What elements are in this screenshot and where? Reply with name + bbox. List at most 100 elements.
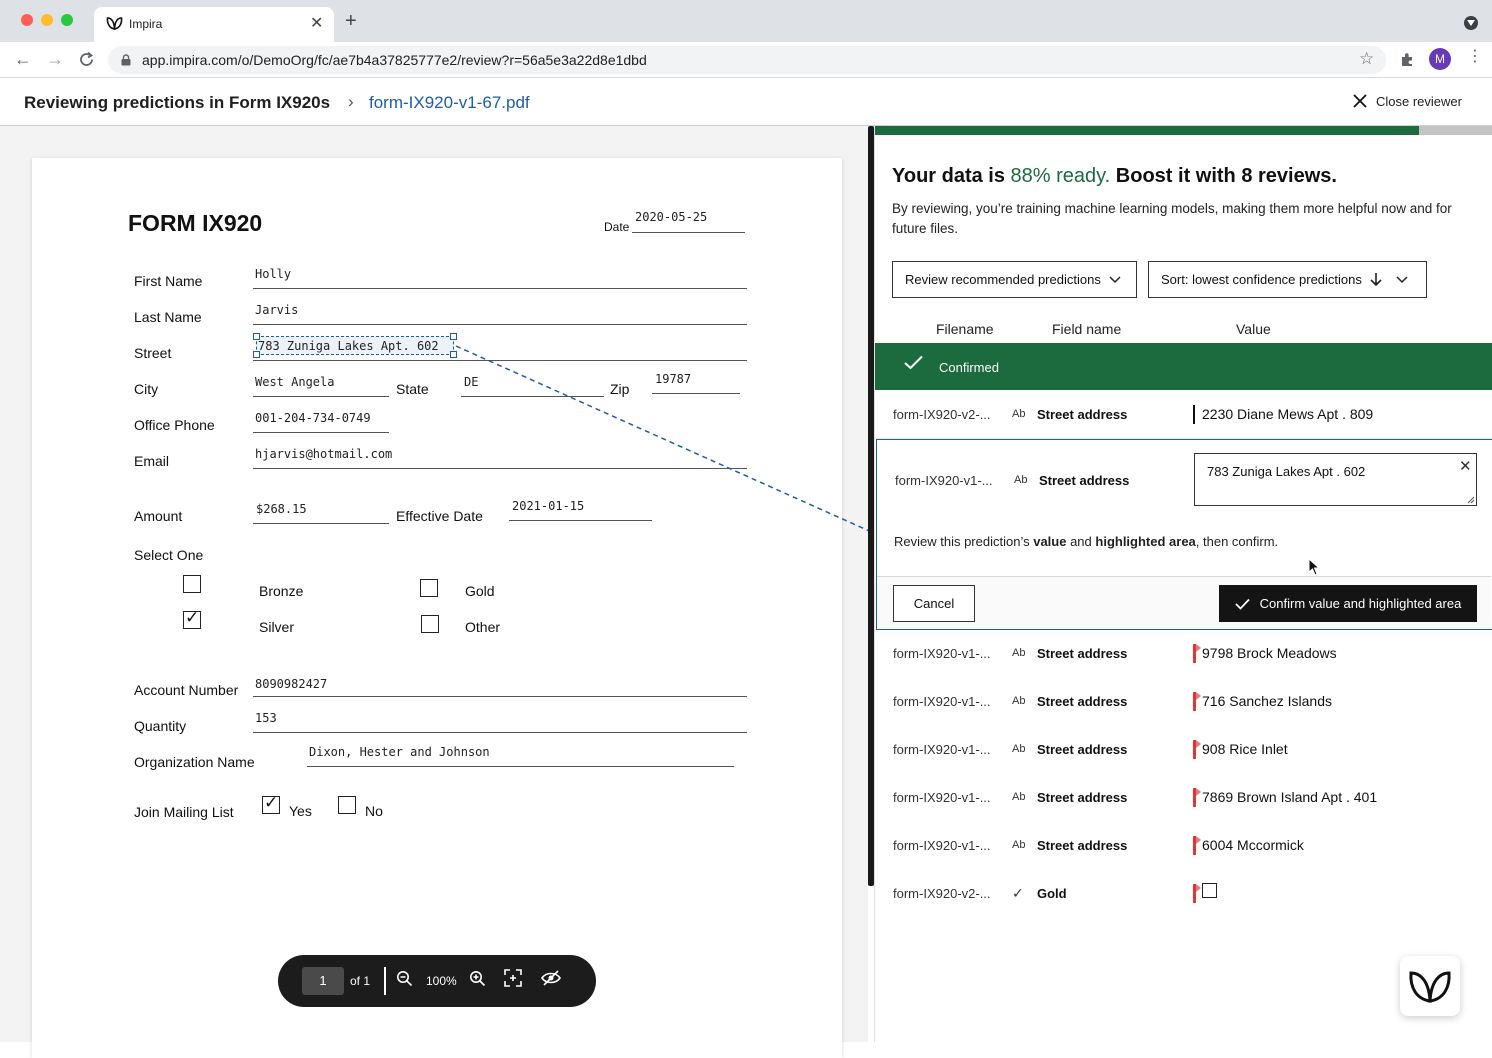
other-label: Other (465, 619, 501, 635)
document-viewer[interactable]: FORM IX920 Date 2020-05-25 First Name Ho… (0, 126, 868, 1058)
close-reviewer-button[interactable]: Close reviewer (1352, 93, 1462, 109)
extensions-icon[interactable] (1399, 51, 1416, 68)
text-type-icon: Ab (1012, 839, 1026, 851)
reload-icon[interactable] (78, 51, 95, 68)
street-value: 783 Zuniga Lakes Apt. 602 (258, 339, 439, 353)
quantity-value: 153 (255, 711, 277, 725)
prediction-row[interactable]: form-IX920-v1-... Ab Street address 7869… (875, 774, 1492, 822)
row-field-name: Street address (1037, 694, 1128, 709)
hide-highlights-icon[interactable] (541, 969, 561, 987)
row-field-name: Street address (1037, 646, 1128, 661)
document-toolbar: 1 of 1 100% (278, 955, 596, 1007)
tab-search-icon[interactable] (1464, 16, 1478, 30)
first-name-label: First Name (134, 273, 203, 289)
zip-label: Zip (610, 381, 630, 397)
clear-value-icon[interactable]: ✕ (1459, 457, 1472, 475)
form-title: FORM IX920 (128, 210, 263, 236)
low-confidence-flag-icon (1193, 692, 1201, 711)
last-name-value: Jarvis (255, 303, 299, 317)
browser-menu-icon[interactable]: ⋮ (1467, 49, 1483, 65)
prediction-row[interactable]: form-IX920-v1-... Ab Street address 6004… (875, 822, 1492, 870)
prediction-row[interactable]: form-IX920-v1-... Ab Street address 716 … (875, 678, 1492, 726)
forward-arrow-icon[interactable]: → (46, 50, 64, 68)
tab-close-icon[interactable]: ✕ (310, 13, 323, 33)
prediction-row[interactable]: form-IX920-v1-... Ab Street address 9798… (875, 630, 1492, 678)
low-confidence-flag-icon (1193, 644, 1201, 663)
row-field-name: Street address (1037, 838, 1128, 853)
textarea-resize-icon[interactable] (1467, 496, 1475, 504)
confirmed-prediction-row[interactable]: form-IX920-v2-... Ab Street address 2230… (875, 391, 1492, 439)
amount-label: Amount (134, 508, 183, 524)
resize-handle[interactable] (450, 351, 457, 358)
review-filter-dropdown[interactable]: Review recommended predictions (892, 261, 1137, 298)
state-underline (461, 396, 604, 397)
text-type-icon: Ab (1012, 791, 1026, 803)
sort-dropdown[interactable]: Sort: lowest confidence predictions (1148, 261, 1427, 298)
active-prediction-card: form-IX920-v1-... Ab Street address 783 … (876, 439, 1492, 630)
back-arrow-icon[interactable]: ← (14, 50, 32, 68)
row-filename: form-IX920-v2-... (893, 886, 991, 901)
profile-avatar[interactable]: M (1429, 48, 1451, 70)
address-bar[interactable]: app.impira.com/o/DemoOrg/fc/ae7b4a378257… (108, 46, 1386, 74)
row-field-name: Street address (1039, 473, 1130, 488)
confirmed-section-header[interactable]: Confirmed (875, 343, 1492, 390)
toolbar-divider (384, 967, 386, 995)
bookmark-star-icon[interactable]: ☆ (1359, 49, 1374, 69)
row-field-name: Street address (1037, 790, 1128, 805)
bronze-label: Bronze (259, 583, 304, 599)
confirm-value-button[interactable]: Confirm value and highlighted area (1219, 585, 1477, 622)
text-cursor (1193, 405, 1195, 424)
mailing-list-label: Join Mailing List (134, 804, 234, 820)
maximize-window-button[interactable] (61, 14, 73, 26)
account-number-underline (253, 696, 747, 697)
text-type-icon: Ab (1014, 474, 1028, 486)
low-confidence-flag-icon (1193, 740, 1201, 759)
row-value: 2230 Diane Mews Apt . 809 (1202, 406, 1374, 422)
new-tab-icon[interactable]: + (345, 11, 357, 31)
text-type-icon: Ab (1012, 743, 1026, 755)
gold-value-checkbox[interactable] (1202, 883, 1217, 898)
amount-underline (253, 523, 389, 524)
row-field-name: Gold (1037, 886, 1067, 901)
page-count: of 1 (350, 974, 371, 988)
city-value: West Angela (255, 375, 335, 389)
organization-name-label: Organization Name (134, 754, 255, 770)
browser-tab[interactable]: Impira ✕ (94, 7, 334, 42)
mailing-no-checkbox (338, 796, 356, 814)
review-panel: Your data is 88% ready. Boost it with 8 … (874, 126, 1492, 1042)
fit-to-page-icon[interactable] (504, 969, 522, 987)
prediction-row[interactable]: form-IX920-v1-... Ab Street address 908 … (875, 726, 1492, 774)
silver-checkbox (183, 608, 201, 629)
row-value: 716 Sanchez Islands (1202, 693, 1332, 709)
cancel-button[interactable]: Cancel (893, 585, 975, 622)
column-header-field-name[interactable]: Field name (1052, 321, 1121, 337)
readiness-description: By reviewing, you’re training machine le… (892, 201, 1452, 236)
column-header-value[interactable]: Value (1236, 321, 1271, 337)
effective-date-underline (509, 520, 652, 521)
review-hint: Review this prediction’s value and highl… (894, 534, 1279, 549)
office-phone-underline (253, 432, 389, 433)
check-icon (904, 355, 923, 370)
column-header-filename[interactable]: Filename (936, 321, 994, 337)
breadcrumb-root[interactable]: Reviewing predictions in Form IX920s (24, 93, 330, 113)
date-value: 2020-05-25 (635, 210, 708, 224)
low-confidence-flag-icon (1193, 884, 1201, 903)
row-field-name: Street address (1037, 407, 1128, 422)
zoom-in-icon[interactable] (469, 970, 486, 987)
browser-tab-bar: Impira ✕ + (0, 0, 1492, 42)
minimize-window-button[interactable] (41, 14, 53, 26)
document-page: FORM IX920 Date 2020-05-25 First Name Ho… (32, 158, 842, 1058)
readiness-progress-fill (875, 126, 1419, 135)
email-underline (253, 468, 747, 469)
text-type-icon: Ab (1012, 695, 1026, 707)
prediction-value-input[interactable]: 783 Zuniga Lakes Apt . 602 ✕ (1194, 453, 1477, 506)
breadcrumb-file[interactable]: form-IX920-v1-67.pdf (369, 93, 530, 113)
help-chat-button[interactable] (1400, 956, 1460, 1016)
resize-handle[interactable] (450, 333, 457, 340)
prediction-row[interactable]: form-IX920-v2-... ✓ Gold (875, 870, 1492, 918)
page-number-input[interactable]: 1 (302, 967, 344, 995)
close-window-button[interactable] (21, 14, 33, 26)
row-field-name: Street address (1037, 742, 1128, 757)
street-label: Street (134, 345, 172, 361)
zoom-out-icon[interactable] (396, 970, 413, 987)
